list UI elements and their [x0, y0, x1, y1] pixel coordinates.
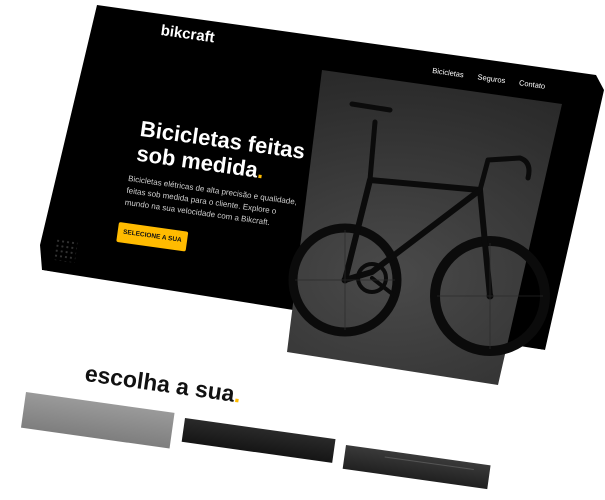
dots-pattern-decoration [52, 238, 78, 263]
